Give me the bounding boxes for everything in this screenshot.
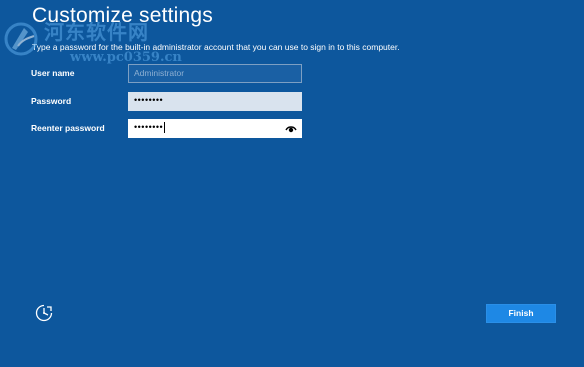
eye-icon[interactable]	[285, 124, 297, 134]
password-field[interactable]: ••••••••	[128, 92, 302, 111]
ease-of-access-icon[interactable]	[34, 303, 54, 323]
page-description: Type a password for the built-in adminis…	[32, 42, 400, 52]
password-masked-value: ••••••••	[134, 95, 164, 105]
password-row: Password ••••••••	[31, 92, 302, 111]
watermark-url: www.pc0359.cn	[70, 50, 182, 65]
reenter-password-value-wrap: ••••••••	[134, 122, 166, 134]
reenter-password-field[interactable]: ••••••••	[128, 119, 302, 138]
username-row: User name Administrator	[31, 64, 302, 83]
username-label: User name	[31, 68, 75, 78]
reenter-password-row: Reenter password ••••••••	[31, 119, 302, 138]
reenter-password-label: Reenter password	[31, 123, 105, 133]
customize-settings-screen: Customize settings Type a password for t…	[0, 0, 584, 367]
text-caret	[164, 122, 166, 134]
password-label: Password	[31, 96, 72, 106]
page-title: Customize settings	[32, 4, 214, 27]
username-placeholder: Administrator	[134, 68, 185, 78]
reenter-password-masked-value: ••••••••	[134, 122, 164, 132]
finish-button[interactable]: Finish	[486, 304, 556, 323]
username-field[interactable]: Administrator	[128, 64, 302, 83]
